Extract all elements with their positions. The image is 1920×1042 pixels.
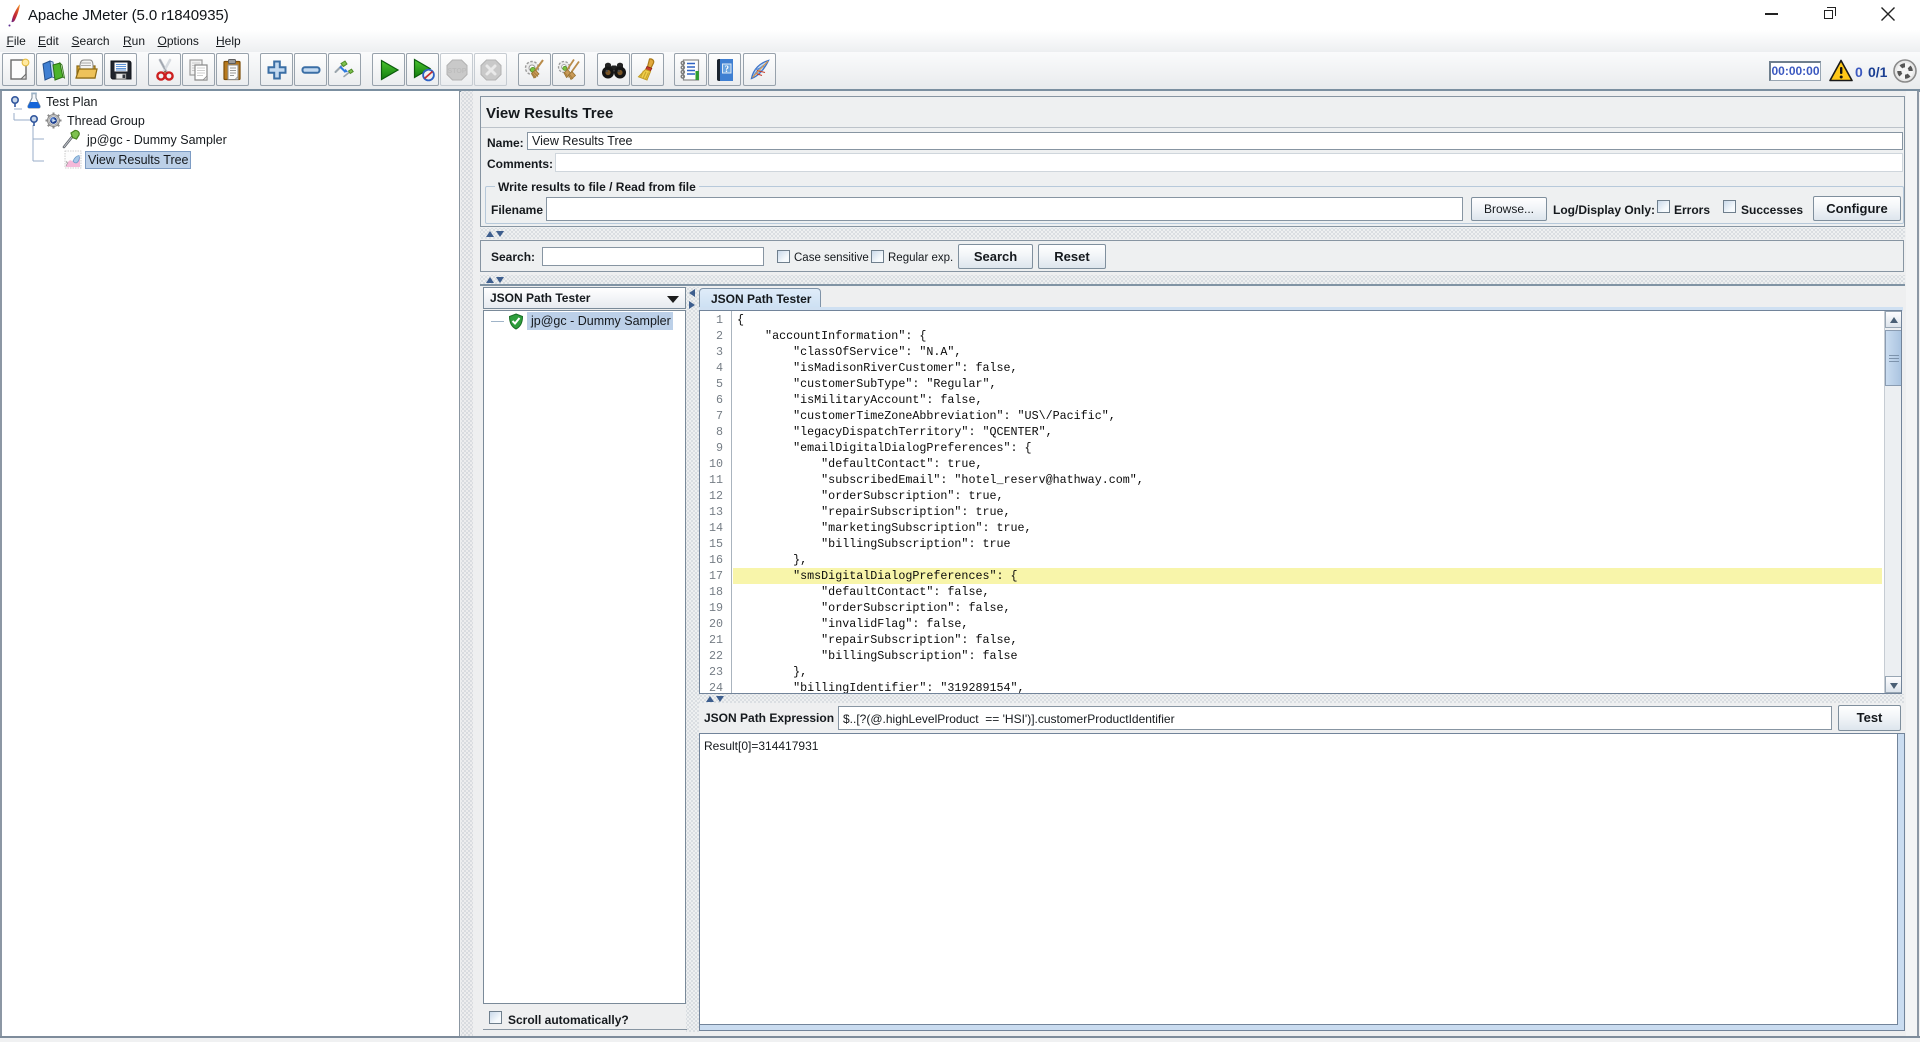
svg-text:STOP: STOP bbox=[448, 68, 467, 75]
svg-text:?: ? bbox=[725, 64, 730, 74]
